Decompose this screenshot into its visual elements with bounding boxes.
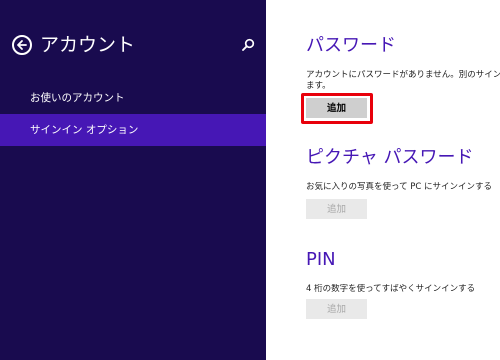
picture-password-heading: ピクチャ パスワード (306, 147, 474, 168)
picture-password-add-button[interactable]: 追加 (306, 199, 367, 219)
sidebar-item-label: サインイン オプション (30, 124, 139, 136)
sidebar-item-label: お使いのアカウント (30, 92, 125, 104)
sidebar: アカウント お使いのアカウント サインイン オプション (0, 0, 266, 360)
password-heading: パスワード (306, 35, 396, 56)
main-panel: パスワード アカウントにパスワードがありません。別のサインイン オ ます。 追加… (266, 0, 500, 360)
picture-password-description: お気に入りの写真を使って PC にサインインする (306, 182, 500, 193)
pin-heading: PIN (306, 249, 336, 270)
password-description-line: アカウントにパスワードがありません。別のサインイン オ (306, 70, 500, 80)
back-button[interactable] (12, 35, 32, 55)
pin-description-line: 4 桁の数字を使ってすばやくサインインする (306, 284, 476, 294)
password-description-line: ます。 (306, 81, 331, 91)
pin-description: 4 桁の数字を使ってすばやくサインインする (306, 284, 500, 295)
picture-password-description-line: お気に入りの写真を使って PC にサインインする (306, 182, 493, 192)
password-description: アカウントにパスワードがありません。別のサインイン オ ます。 (306, 70, 500, 92)
pin-add-button[interactable]: 追加 (306, 299, 367, 319)
search-icon[interactable] (241, 38, 255, 52)
highlight-box (301, 93, 373, 124)
sidebar-item-your-account[interactable]: お使いのアカウント (0, 82, 266, 114)
sidebar-item-sign-in-options[interactable]: サインイン オプション (0, 114, 266, 146)
sidebar-title: アカウント (40, 34, 136, 56)
back-arrow-icon (17, 40, 27, 50)
